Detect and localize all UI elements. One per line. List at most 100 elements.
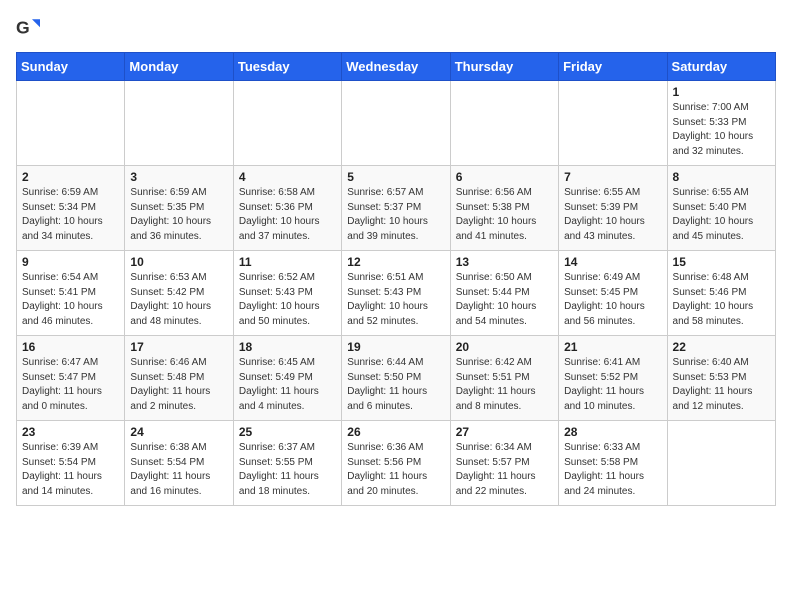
- day-number: 12: [347, 255, 444, 269]
- cell-content: Sunrise: 6:59 AM Sunset: 5:35 PM Dayligh…: [130, 186, 227, 244]
- calendar-cell: 10 Sunrise: 6:53 AM Sunset: 5:42 PM Dayli…: [125, 251, 233, 336]
- day-number: 15: [673, 255, 770, 269]
- day-number: 24: [130, 425, 227, 439]
- calendar-cell: 3 Sunrise: 6:59 AM Sunset: 5:35 PM Daylig…: [125, 166, 233, 251]
- cell-content: Sunrise: 6:53 AM Sunset: 5:42 PM Dayligh…: [130, 271, 227, 329]
- day-number: 22: [673, 340, 770, 354]
- day-number: 19: [347, 340, 444, 354]
- calendar-cell: 22 Sunrise: 6:40 AM Sunset: 5:53 PM Dayli…: [667, 336, 775, 421]
- calendar-cell: 2Sunrise: 6:59 AM Sunset: 5:34 PM Daylig…: [17, 166, 125, 251]
- calendar-cell: [17, 81, 125, 166]
- calendar-cell: 13 Sunrise: 6:50 AM Sunset: 5:44 PM Dayli…: [450, 251, 558, 336]
- cell-content: Sunrise: 6:50 AM Sunset: 5:44 PM Dayligh…: [456, 271, 553, 329]
- cell-content: Sunrise: 6:39 AM Sunset: 5:54 PM Dayligh…: [22, 441, 119, 499]
- day-number: 6: [456, 170, 553, 184]
- day-number: 11: [239, 255, 336, 269]
- column-header-saturday: Saturday: [667, 53, 775, 81]
- calendar-cell: 4 Sunrise: 6:58 AM Sunset: 5:36 PM Daylig…: [233, 166, 341, 251]
- calendar-cell: [233, 81, 341, 166]
- calendar-cell: 23 Sunrise: 6:39 AM Sunset: 5:54 PM Dayli…: [17, 421, 125, 506]
- calendar-cell: 15 Sunrise: 6:48 AM Sunset: 5:46 PM Dayli…: [667, 251, 775, 336]
- logo: G: [16, 16, 44, 40]
- cell-content: Sunrise: 6:33 AM Sunset: 5:58 PM Dayligh…: [564, 441, 661, 499]
- day-number: 26: [347, 425, 444, 439]
- day-number: 10: [130, 255, 227, 269]
- cell-content: Sunrise: 7:00 AM Sunset: 5:33 PM Dayligh…: [673, 101, 770, 159]
- calendar-cell: 19 Sunrise: 6:44 AM Sunset: 5:50 PM Dayli…: [342, 336, 450, 421]
- day-number: 21: [564, 340, 661, 354]
- calendar-cell: 20 Sunrise: 6:42 AM Sunset: 5:51 PM Dayli…: [450, 336, 558, 421]
- calendar-cell: 28 Sunrise: 6:33 AM Sunset: 5:58 PM Dayli…: [559, 421, 667, 506]
- week-row-4: 16 Sunrise: 6:47 AM Sunset: 5:47 PM Dayli…: [17, 336, 776, 421]
- calendar-cell: [559, 81, 667, 166]
- day-number: 25: [239, 425, 336, 439]
- day-number: 17: [130, 340, 227, 354]
- calendar-cell: 14Sunrise: 6:49 AM Sunset: 5:45 PM Dayli…: [559, 251, 667, 336]
- calendar-cell: 24 Sunrise: 6:38 AM Sunset: 5:54 PM Dayli…: [125, 421, 233, 506]
- calendar-cell: 17 Sunrise: 6:46 AM Sunset: 5:48 PM Dayli…: [125, 336, 233, 421]
- cell-content: Sunrise: 6:54 AM Sunset: 5:41 PM Dayligh…: [22, 271, 119, 329]
- cell-content: Sunrise: 6:52 AM Sunset: 5:43 PM Dayligh…: [239, 271, 336, 329]
- column-header-friday: Friday: [559, 53, 667, 81]
- cell-content: Sunrise: 6:45 AM Sunset: 5:49 PM Dayligh…: [239, 356, 336, 414]
- cell-content: Sunrise: 6:51 AM Sunset: 5:43 PM Dayligh…: [347, 271, 444, 329]
- day-number: 4: [239, 170, 336, 184]
- calendar-table: SundayMondayTuesdayWednesdayThursdayFrid…: [16, 52, 776, 506]
- cell-content: Sunrise: 6:59 AM Sunset: 5:34 PM Dayligh…: [22, 186, 119, 244]
- cell-content: Sunrise: 6:55 AM Sunset: 5:39 PM Dayligh…: [564, 186, 661, 244]
- calendar-cell: 26 Sunrise: 6:36 AM Sunset: 5:56 PM Dayli…: [342, 421, 450, 506]
- cell-content: Sunrise: 6:34 AM Sunset: 5:57 PM Dayligh…: [456, 441, 553, 499]
- cell-content: Sunrise: 6:57 AM Sunset: 5:37 PM Dayligh…: [347, 186, 444, 244]
- day-number: 1: [673, 85, 770, 99]
- cell-content: Sunrise: 6:44 AM Sunset: 5:50 PM Dayligh…: [347, 356, 444, 414]
- week-row-5: 23 Sunrise: 6:39 AM Sunset: 5:54 PM Dayli…: [17, 421, 776, 506]
- cell-content: Sunrise: 6:46 AM Sunset: 5:48 PM Dayligh…: [130, 356, 227, 414]
- calendar-cell: 21 Sunrise: 6:41 AM Sunset: 5:52 PM Dayli…: [559, 336, 667, 421]
- page-header: G: [16, 16, 776, 40]
- svg-text:G: G: [16, 18, 30, 38]
- calendar-cell: 11 Sunrise: 6:52 AM Sunset: 5:43 PM Dayli…: [233, 251, 341, 336]
- day-number: 7: [564, 170, 661, 184]
- calendar-cell: 7 Sunrise: 6:55 AM Sunset: 5:39 PM Daylig…: [559, 166, 667, 251]
- cell-content: Sunrise: 6:40 AM Sunset: 5:53 PM Dayligh…: [673, 356, 770, 414]
- column-header-tuesday: Tuesday: [233, 53, 341, 81]
- column-header-sunday: Sunday: [17, 53, 125, 81]
- cell-content: Sunrise: 6:38 AM Sunset: 5:54 PM Dayligh…: [130, 441, 227, 499]
- calendar-cell: [125, 81, 233, 166]
- day-number: 28: [564, 425, 661, 439]
- calendar-cell: 6Sunrise: 6:56 AM Sunset: 5:38 PM Daylig…: [450, 166, 558, 251]
- calendar-cell: 18 Sunrise: 6:45 AM Sunset: 5:49 PM Dayli…: [233, 336, 341, 421]
- cell-content: Sunrise: 6:48 AM Sunset: 5:46 PM Dayligh…: [673, 271, 770, 329]
- column-header-thursday: Thursday: [450, 53, 558, 81]
- cell-content: Sunrise: 6:47 AM Sunset: 5:47 PM Dayligh…: [22, 356, 119, 414]
- calendar-cell: [450, 81, 558, 166]
- day-number: 18: [239, 340, 336, 354]
- day-number: 23: [22, 425, 119, 439]
- day-number: 14: [564, 255, 661, 269]
- day-number: 16: [22, 340, 119, 354]
- week-row-3: 9 Sunrise: 6:54 AM Sunset: 5:41 PM Daylig…: [17, 251, 776, 336]
- calendar-cell: 8Sunrise: 6:55 AM Sunset: 5:40 PM Daylig…: [667, 166, 775, 251]
- calendar-cell: 5 Sunrise: 6:57 AM Sunset: 5:37 PM Daylig…: [342, 166, 450, 251]
- day-number: 27: [456, 425, 553, 439]
- day-number: 3: [130, 170, 227, 184]
- column-header-wednesday: Wednesday: [342, 53, 450, 81]
- column-header-monday: Monday: [125, 53, 233, 81]
- day-number: 5: [347, 170, 444, 184]
- calendar-header-row: SundayMondayTuesdayWednesdayThursdayFrid…: [17, 53, 776, 81]
- week-row-2: 2Sunrise: 6:59 AM Sunset: 5:34 PM Daylig…: [17, 166, 776, 251]
- calendar-cell: 9 Sunrise: 6:54 AM Sunset: 5:41 PM Daylig…: [17, 251, 125, 336]
- day-number: 20: [456, 340, 553, 354]
- day-number: 13: [456, 255, 553, 269]
- cell-content: Sunrise: 6:42 AM Sunset: 5:51 PM Dayligh…: [456, 356, 553, 414]
- day-number: 9: [22, 255, 119, 269]
- cell-content: Sunrise: 6:58 AM Sunset: 5:36 PM Dayligh…: [239, 186, 336, 244]
- cell-content: Sunrise: 6:55 AM Sunset: 5:40 PM Dayligh…: [673, 186, 770, 244]
- calendar-cell: 1 Sunrise: 7:00 AM Sunset: 5:33 PM Daylig…: [667, 81, 775, 166]
- calendar-cell: 16 Sunrise: 6:47 AM Sunset: 5:47 PM Dayli…: [17, 336, 125, 421]
- cell-content: Sunrise: 6:41 AM Sunset: 5:52 PM Dayligh…: [564, 356, 661, 414]
- cell-content: Sunrise: 6:36 AM Sunset: 5:56 PM Dayligh…: [347, 441, 444, 499]
- logo-icon: G: [16, 16, 40, 40]
- calendar-cell: 12 Sunrise: 6:51 AM Sunset: 5:43 PM Dayli…: [342, 251, 450, 336]
- week-row-1: 1 Sunrise: 7:00 AM Sunset: 5:33 PM Daylig…: [17, 81, 776, 166]
